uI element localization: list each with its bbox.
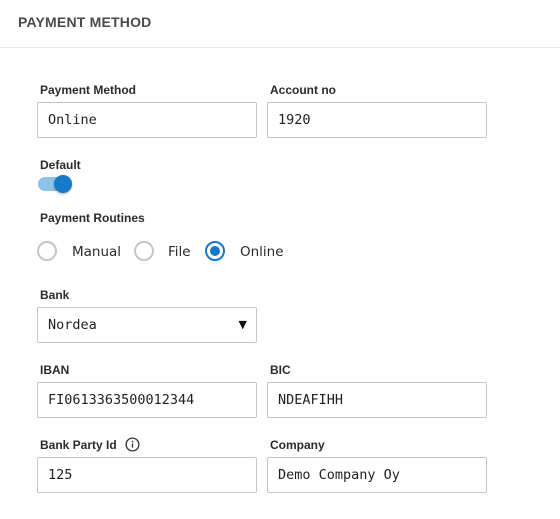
bank-select[interactable]: Nordea ▼ — [37, 307, 257, 343]
radio-manual-label: Manual — [72, 244, 122, 260]
bank-label: Bank — [40, 288, 70, 302]
company-label: Company — [270, 438, 325, 452]
radio-selected-dot — [210, 246, 220, 256]
toggle-knob — [54, 175, 72, 193]
dropdown-arrow-icon: ▼ — [238, 318, 247, 331]
bank-party-id-label: Bank Party Id — [40, 438, 117, 452]
bank-select-value: Nordea — [48, 317, 97, 333]
radio-manual[interactable] — [37, 241, 57, 261]
iban-label: IBAN — [40, 363, 70, 377]
account-no-field[interactable]: 1920 — [267, 102, 487, 138]
payment-method-field[interactable]: Online — [37, 102, 257, 138]
default-label: Default — [40, 158, 81, 172]
radio-file[interactable] — [134, 241, 154, 261]
info-icon[interactable] — [125, 437, 140, 452]
radio-online[interactable] — [205, 241, 225, 261]
bank-party-id-field[interactable]: 125 — [37, 457, 257, 493]
iban-field[interactable]: FI0613363500012344 — [37, 382, 257, 418]
radio-online-label: Online — [240, 244, 284, 260]
payment-method-label: Payment Method — [40, 83, 137, 97]
bic-label: BIC — [270, 363, 291, 377]
default-toggle[interactable] — [38, 174, 74, 194]
company-field[interactable]: Demo Company Oy — [267, 457, 487, 493]
page-title: PAYMENT METHOD — [18, 14, 152, 30]
radio-file-label: File — [168, 244, 191, 260]
payment-routines-label: Payment Routines — [40, 211, 145, 225]
panel-header: PAYMENT METHOD — [0, 0, 560, 48]
bic-field[interactable]: NDEAFIHH — [267, 382, 487, 418]
account-no-label: Account no — [270, 83, 336, 97]
